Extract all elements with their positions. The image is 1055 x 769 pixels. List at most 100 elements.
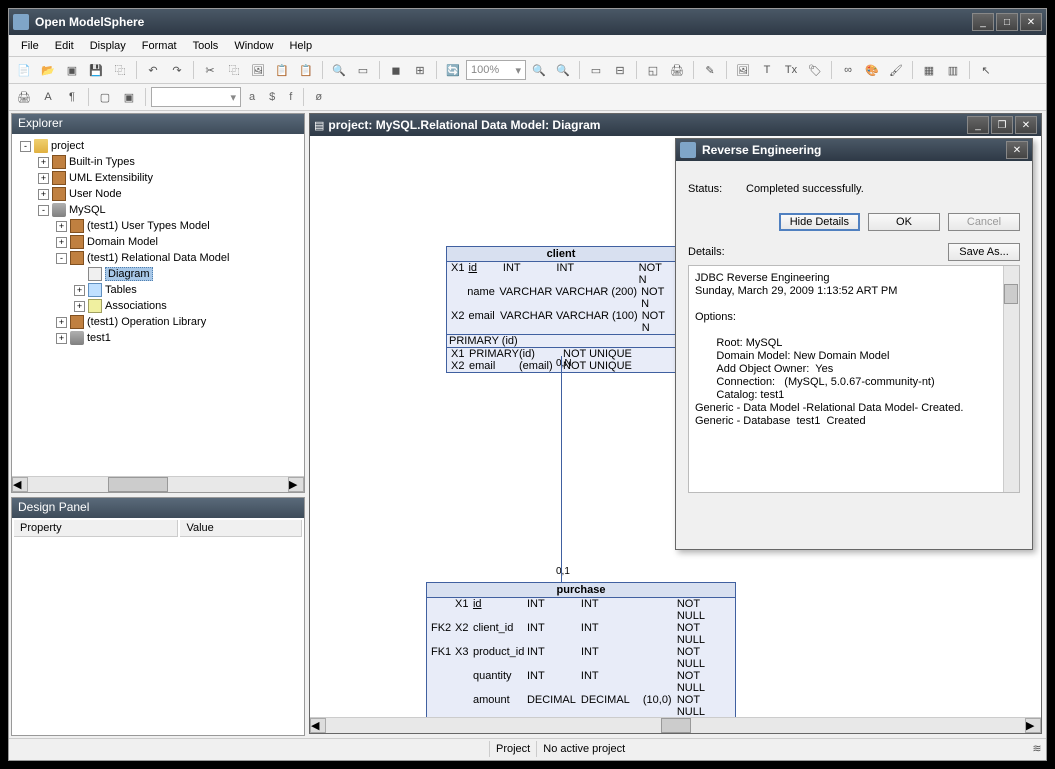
zoomout-icon[interactable]: 🔍 — [552, 59, 574, 81]
status-db-icon[interactable]: ≋ — [1028, 741, 1046, 757]
diagram-close-button[interactable]: ✕ — [1015, 116, 1037, 134]
layout1-icon[interactable]: ▦ — [918, 59, 940, 81]
menu-file[interactable]: File — [13, 38, 47, 54]
pastesp-icon[interactable]: 📋 — [295, 59, 317, 81]
toolbar-2: 🖨 A ¶ ▢ ▣ ▾ a $ f ø — [9, 84, 1046, 111]
tree-item[interactable]: +UML Extensibility — [16, 170, 300, 186]
hide-details-button[interactable]: Hide Details — [779, 213, 860, 231]
expand-icon[interactable]: - — [20, 141, 31, 152]
ok-button[interactable]: OK — [868, 213, 940, 231]
tree-item[interactable]: +test1 — [16, 330, 300, 346]
image-icon[interactable]: 🖼 — [732, 59, 754, 81]
text-icon[interactable]: T — [756, 59, 778, 81]
expand-icon[interactable]: + — [74, 301, 85, 312]
minimize-button[interactable]: _ — [972, 13, 994, 31]
diagram-hscroll[interactable]: ◀▶ — [310, 717, 1041, 733]
col-value[interactable]: Value — [180, 520, 302, 537]
tree-item[interactable]: -project — [16, 138, 300, 154]
menu-edit[interactable]: Edit — [47, 38, 82, 54]
copyimg-icon[interactable]: 🖼 — [247, 59, 269, 81]
erd-column: nameVARCHARVARCHAR(200)NOT N — [447, 286, 675, 310]
label-f: f — [283, 91, 298, 103]
menu-window[interactable]: Window — [226, 38, 281, 54]
edit-icon[interactable]: ✎ — [699, 59, 721, 81]
font-icon[interactable]: A — [37, 86, 59, 108]
copy-icon[interactable]: ⿻ — [223, 59, 245, 81]
new-icon[interactable]: 📄 — [13, 59, 35, 81]
tree-item[interactable]: -(test1) Relational Data Model — [16, 250, 300, 266]
tree-icon — [70, 251, 84, 265]
menu-format[interactable]: Format — [134, 38, 185, 54]
layout2-icon[interactable]: ▥ — [942, 59, 964, 81]
details-vscroll[interactable] — [1003, 266, 1019, 492]
close-button[interactable]: ✕ — [1020, 13, 1042, 31]
tree-item[interactable]: +Tables — [16, 282, 300, 298]
print-icon[interactable]: 🖨 — [666, 59, 688, 81]
menu-help[interactable]: Help — [281, 38, 320, 54]
tree-item[interactable]: +(test1) Operation Library — [16, 314, 300, 330]
tree-icon[interactable]: ⊞ — [409, 59, 431, 81]
brush-icon[interactable]: 🖌 — [885, 59, 907, 81]
tree-item[interactable]: +User Node — [16, 186, 300, 202]
print2-icon[interactable]: 🖨 — [13, 86, 35, 108]
tree-item[interactable]: +Built-in Types — [16, 154, 300, 170]
box2-icon[interactable]: ▣ — [118, 86, 140, 108]
label-icon[interactable]: 🏷 — [804, 59, 826, 81]
undo-icon[interactable]: ↶ — [142, 59, 164, 81]
page-icon[interactable]: ▭ — [585, 59, 607, 81]
open-icon[interactable]: 📂 — [37, 59, 59, 81]
save-as-button[interactable]: Save As... — [948, 243, 1020, 261]
cut-icon[interactable]: ✂ — [199, 59, 221, 81]
tree-item[interactable]: +Associations — [16, 298, 300, 314]
color-icon[interactable]: 🎨 — [861, 59, 883, 81]
collapse-icon[interactable]: ◼ — [385, 59, 407, 81]
expand-icon[interactable]: + — [56, 333, 67, 344]
expand-icon[interactable]: + — [56, 237, 67, 248]
dialog-close-button[interactable]: ✕ — [1006, 141, 1028, 159]
para-icon[interactable]: ¶ — [61, 86, 83, 108]
save-icon[interactable]: 💾 — [85, 59, 107, 81]
preview-icon[interactable]: ◱ — [642, 59, 664, 81]
expand-icon[interactable]: + — [56, 221, 67, 232]
expand-icon[interactable]: - — [56, 253, 67, 264]
expand-icon[interactable]: + — [38, 157, 49, 168]
select-icon[interactable]: ▭ — [352, 59, 374, 81]
tree-item[interactable]: -MySQL — [16, 202, 300, 218]
tree-item[interactable]: +Domain Model — [16, 234, 300, 250]
erd-table-client[interactable]: client X1idINTINTNOT NnameVARCHARVARCHAR… — [446, 246, 676, 373]
expand-icon[interactable]: + — [56, 317, 67, 328]
menu-tools[interactable]: Tools — [185, 38, 227, 54]
saveall-icon[interactable]: ⿻ — [109, 59, 131, 81]
tree-item[interactable]: +(test1) User Types Model — [16, 218, 300, 234]
erd-table-purchase[interactable]: purchase X1idINTINTNOT NULLFK2X2client_i… — [426, 582, 736, 717]
diagram-canvas[interactable]: client X1idINTINTNOT NnameVARCHARVARCHAR… — [310, 136, 1041, 717]
refresh-icon[interactable]: 🔄 — [442, 59, 464, 81]
zoom-combo[interactable]: 100%▾ — [466, 60, 526, 80]
zoomin-icon[interactable]: 🔍 — [528, 59, 550, 81]
explorer-hscroll[interactable]: ◀▶ — [12, 476, 304, 492]
maximize-button[interactable]: □ — [996, 13, 1018, 31]
expand-icon[interactable]: + — [38, 189, 49, 200]
redo-icon[interactable]: ↷ — [166, 59, 188, 81]
expand-icon[interactable]: + — [38, 173, 49, 184]
menu-display[interactable]: Display — [82, 38, 134, 54]
find-icon[interactable]: 🔍 — [328, 59, 350, 81]
pointer-icon[interactable]: ↖ — [975, 59, 997, 81]
text2-icon[interactable]: Tx — [780, 59, 802, 81]
diagram-max-button[interactable]: ❐ — [991, 116, 1013, 134]
explorer-tree[interactable]: -project+Built-in Types+UML Extensibilit… — [12, 134, 304, 476]
tree-item[interactable]: Diagram — [16, 266, 300, 282]
details-text[interactable]: JDBC Reverse Engineering Sunday, March 2… — [688, 265, 1020, 493]
tree-icon — [52, 203, 66, 217]
close-icon[interactable]: ▣ — [61, 59, 83, 81]
relation-line — [561, 356, 562, 582]
col-property[interactable]: Property — [14, 520, 178, 537]
box-icon[interactable]: ▢ — [94, 86, 116, 108]
style-combo[interactable]: ▾ — [151, 87, 241, 107]
paste-icon[interactable]: 📋 — [271, 59, 293, 81]
expand-icon[interactable]: + — [74, 285, 85, 296]
expand-icon[interactable]: - — [38, 205, 49, 216]
link-icon[interactable]: ∞ — [837, 59, 859, 81]
pagebreak-icon[interactable]: ⊟ — [609, 59, 631, 81]
diagram-min-button[interactable]: _ — [967, 116, 989, 134]
